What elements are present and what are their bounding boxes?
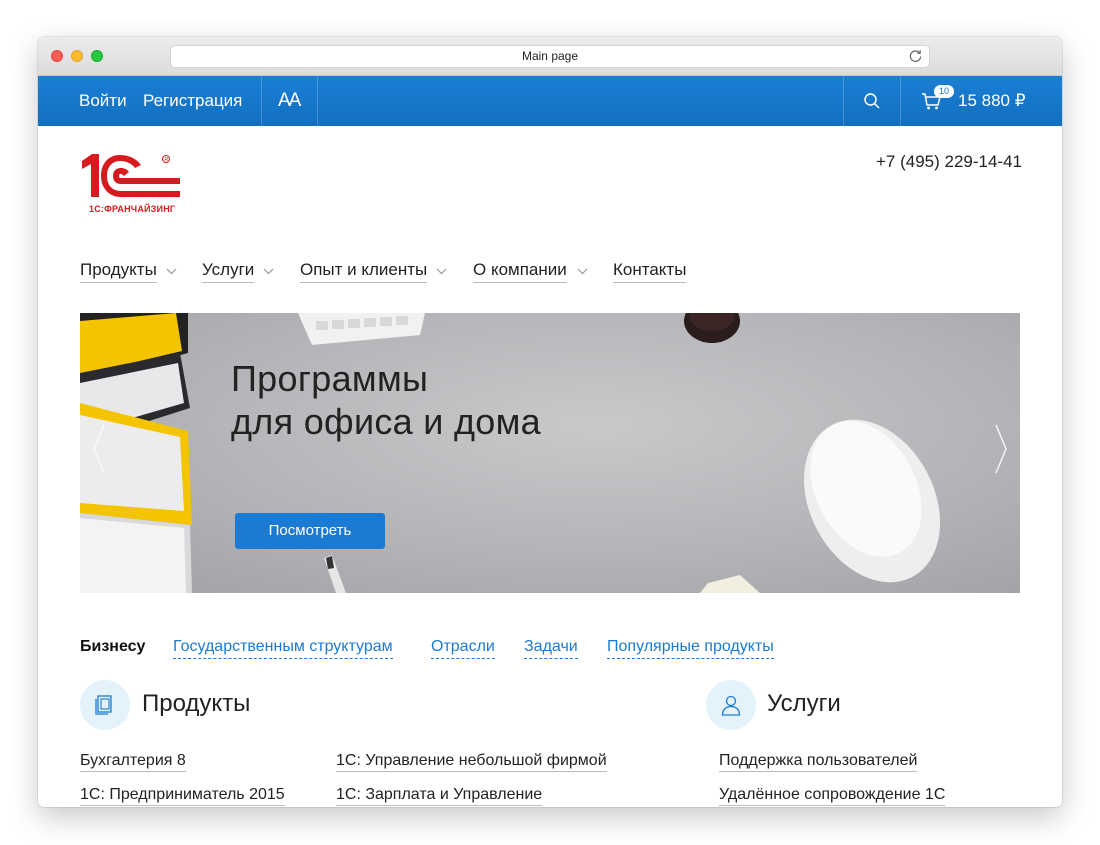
cart-count-badge: 10 bbox=[934, 85, 954, 98]
services-section-icon bbox=[706, 680, 756, 730]
tab-government[interactable]: Государственным структурам bbox=[173, 638, 393, 659]
documents-icon bbox=[95, 695, 112, 715]
banner-view-button[interactable]: Посмотреть bbox=[235, 513, 385, 549]
logo[interactable]: R 1С:ФРАНЧАЙЗИНГ bbox=[79, 151, 183, 217]
product-link[interactable]: 1С: Управление небольшой фирмой bbox=[336, 752, 607, 772]
product-link[interactable]: 1С: Зарплата и Управление bbox=[336, 786, 543, 806]
chevron-down-icon[interactable] bbox=[577, 268, 588, 275]
nav-item-experience[interactable]: Опыт и клиенты bbox=[300, 260, 428, 283]
minimize-window-button[interactable] bbox=[71, 50, 83, 62]
tab-tasks[interactable]: Задачи bbox=[524, 638, 578, 659]
search-icon[interactable] bbox=[862, 91, 882, 111]
tab-popular-products[interactable]: Популярные продукты bbox=[607, 638, 774, 659]
site-topbar: Войти Регистрация AA 10 15 880 ₽ bbox=[38, 76, 1062, 126]
product-link[interactable]: Бухгалтерия 8 bbox=[80, 752, 186, 772]
nav-item-contacts[interactable]: Контакты bbox=[613, 260, 687, 283]
address-bar[interactable]: Main page bbox=[170, 45, 930, 68]
font-size-toggle[interactable]: AA bbox=[278, 90, 301, 112]
banner-title: Программы для офиса и дома bbox=[231, 357, 541, 443]
chevron-down-icon[interactable] bbox=[436, 268, 447, 275]
maximize-window-button[interactable] bbox=[91, 50, 103, 62]
topbar-divider bbox=[317, 76, 318, 126]
close-window-button[interactable] bbox=[51, 50, 63, 62]
chevron-down-icon[interactable] bbox=[166, 268, 177, 275]
services-section-title: Услуги bbox=[767, 690, 841, 717]
address-bar-text: Main page bbox=[521, 49, 579, 63]
topbar-divider bbox=[261, 76, 262, 126]
product-link[interactable]: 1С: Предприниматель 2015 bbox=[80, 786, 285, 806]
user-icon bbox=[721, 695, 741, 716]
phone-number[interactable]: +7 (495) 229-14-41 bbox=[876, 152, 1022, 172]
nav-item-about[interactable]: О компании bbox=[473, 260, 567, 283]
browser-titlebar: Main page bbox=[38, 37, 1062, 76]
banner-title-line1: Программы bbox=[231, 358, 429, 399]
register-link[interactable]: Регистрация bbox=[143, 76, 242, 126]
chevron-down-icon[interactable] bbox=[263, 268, 274, 275]
reload-icon[interactable] bbox=[908, 49, 923, 64]
hero-banner: Программы для офиса и дома Посмотреть bbox=[80, 313, 1020, 593]
tab-business[interactable]: Бизнесу bbox=[80, 638, 145, 658]
logo-caption: 1С:ФРАНЧАЙЗИНГ bbox=[89, 204, 176, 214]
topbar-divider bbox=[843, 76, 844, 126]
service-link[interactable]: Поддержка пользователей bbox=[719, 752, 918, 772]
nav-item-products[interactable]: Продукты bbox=[80, 260, 157, 283]
browser-window: Main page Войти Регистрация AA 10 15 880… bbox=[38, 37, 1062, 807]
cart-total[interactable]: 15 880 ₽ bbox=[958, 76, 1026, 126]
products-section-icon bbox=[80, 680, 130, 730]
banner-background-image bbox=[80, 313, 941, 593]
products-section-title: Продукты bbox=[142, 690, 251, 717]
svg-text:R: R bbox=[165, 157, 169, 163]
login-link[interactable]: Войти bbox=[79, 76, 127, 126]
nav-item-services[interactable]: Услуги bbox=[202, 260, 255, 283]
service-link[interactable]: Удалённое сопровождение 1С bbox=[719, 786, 946, 806]
tab-industries[interactable]: Отрасли bbox=[431, 638, 495, 659]
topbar-divider bbox=[900, 76, 901, 126]
banner-title-line2: для офиса и дома bbox=[231, 401, 541, 442]
chevron-right-icon[interactable] bbox=[994, 423, 1008, 475]
chevron-left-icon[interactable] bbox=[92, 423, 106, 475]
